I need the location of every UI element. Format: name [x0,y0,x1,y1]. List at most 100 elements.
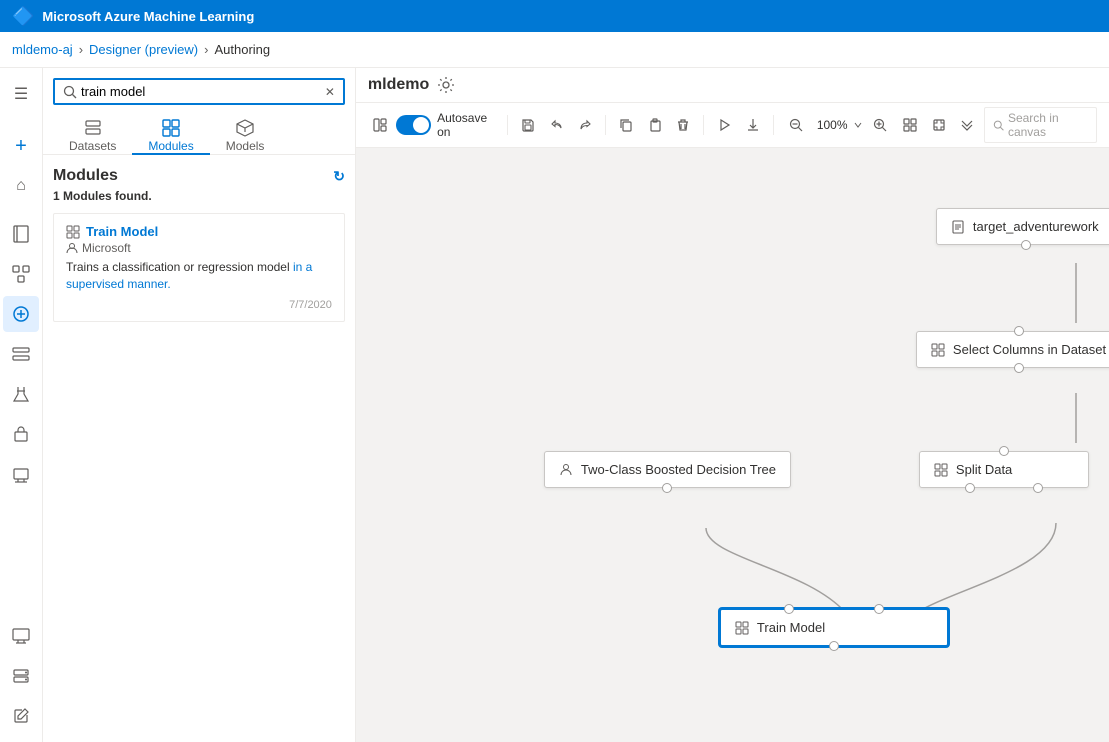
node-split-data-out-right[interactable] [1033,483,1043,493]
experiments-icon[interactable] [3,376,39,412]
fit-view-button[interactable] [898,111,922,139]
toggle-track[interactable] [396,115,431,135]
pipeline-name: mldemo [368,76,429,94]
tab-models-label: Models [226,139,265,153]
node-select-columns-out[interactable] [1014,363,1024,373]
zoom-level: 100% [814,118,850,132]
modules-tab-icon [162,119,180,137]
node-train-out[interactable] [829,641,839,651]
node-select-columns-in[interactable] [1014,326,1024,336]
azure-logo-icon: 🔷 [12,6,34,27]
node-train-in-left[interactable] [784,604,794,614]
canvas-search[interactable]: Search in canvas [984,107,1097,143]
search-input[interactable] [81,84,321,99]
node-split-data-out-left[interactable] [965,483,975,493]
modules-section: Modules ↻ 1 Modules found. Train Model [43,155,355,742]
node-select-columns[interactable]: Select Columns in Dataset [916,331,1109,368]
zoom-out-button[interactable] [782,111,810,139]
zoom-control[interactable]: 100% [782,111,894,139]
search-area: ✕ [43,68,355,113]
compute-icon[interactable] [3,456,39,492]
models-sidebar-icon[interactable] [3,416,39,452]
datasets-sidebar-icon[interactable] [3,336,39,372]
breadcrumb-bar: mldemo-aj › Designer (preview) › Authori… [0,32,1109,68]
canvas-search-placeholder: Search in canvas [1008,111,1088,139]
run-button[interactable] [712,111,736,139]
designer-icon[interactable] [3,296,39,332]
datasets-tab-icon [84,119,102,137]
result-count: 1 Modules found. [53,189,345,203]
org-icon [66,242,78,254]
node-train-model[interactable]: Train Model [719,608,949,647]
node-split-data-label: Split Data [956,462,1012,477]
notebook-icon[interactable] [3,216,39,252]
deploy-button[interactable] [741,111,765,139]
zoom-in-button[interactable] [866,111,894,139]
edit-docs-icon[interactable] [3,698,39,734]
search-icon [63,85,77,99]
breadcrumb-designer[interactable]: Designer (preview) [89,42,198,57]
node-target-adventurework-out[interactable] [1021,240,1031,250]
tab-models[interactable]: Models [210,113,281,155]
toolbar-sep-3 [703,115,704,135]
node-select-icon [931,343,945,357]
toolbar-sep-1 [507,115,508,135]
monitor-icon[interactable] [3,618,39,654]
pipeline-settings-icon[interactable] [437,76,455,94]
panel-tabs: Datasets Modules Models [43,113,355,155]
node-boosted-icon [559,463,573,477]
home-icon[interactable]: ⌂ [3,168,39,204]
node-split-data[interactable]: Split Data [919,451,1089,488]
toggle-thumb [413,117,429,133]
node-target-adventurework[interactable]: target_adventurework [936,208,1109,245]
models-tab-icon [236,119,254,137]
undo-button[interactable] [544,111,568,139]
refresh-button[interactable]: ↻ [333,168,345,185]
clear-search-button[interactable]: ✕ [325,86,335,98]
autosave-label: Autosave on [437,111,495,139]
canvas-header: mldemo [356,68,1109,103]
module-card-icon [66,225,80,239]
save-button[interactable] [516,111,540,139]
redo-button[interactable] [573,111,597,139]
module-org: Microsoft [66,241,332,255]
canvas[interactable]: target_adventurework Select Columns in D… [356,148,1109,742]
more-tools-button[interactable] [955,111,979,139]
node-dataset-icon [951,220,965,234]
node-select-columns-label: Select Columns in Dataset [953,342,1106,357]
add-icon[interactable]: + [3,128,39,164]
tab-modules[interactable]: Modules [132,113,209,155]
node-train-in-right[interactable] [874,604,884,614]
tab-datasets-label: Datasets [69,139,116,153]
toolbar-sep-4 [773,115,774,135]
layout-button[interactable] [368,111,392,139]
copy-button[interactable] [614,111,638,139]
delete-button[interactable] [671,111,695,139]
node-two-class-out[interactable] [662,483,672,493]
app-title: Microsoft Azure Machine Learning [42,9,254,24]
node-train-model-label: Train Model [757,620,825,635]
node-split-icon [934,463,948,477]
search-box: ✕ [53,78,345,105]
breadcrumb-mldemo[interactable]: mldemo-aj [12,42,73,57]
top-bar: 🔷 Microsoft Azure Machine Learning [0,0,1109,32]
menu-icon[interactable]: ☰ [3,76,39,112]
module-card-train-model[interactable]: Train Model Microsoft Trains a classific… [53,213,345,322]
side-nav: ☰ + ⌂ [0,68,43,742]
left-panel: ✕ Datasets Modules [43,68,356,742]
toolbar: Autosave on [356,103,1109,148]
breadcrumb-authoring: Authoring [214,42,270,57]
canvas-area: mldemo Autosave on [356,68,1109,742]
canvas-search-icon [993,119,1004,132]
node-two-class-boosted[interactable]: Two-Class Boosted Decision Tree [544,451,791,488]
node-split-data-in[interactable] [999,446,1009,456]
node-train-icon [735,621,749,635]
zoom-to-fit-button[interactable] [927,111,951,139]
zoom-dropdown-icon[interactable] [854,121,862,129]
data-pipeline-icon[interactable] [3,256,39,292]
tab-datasets[interactable]: Datasets [53,113,132,155]
autosave-toggle[interactable]: Autosave on [396,111,495,139]
storage-icon[interactable] [3,658,39,694]
node-target-adventurework-label: target_adventurework [973,219,1099,234]
paste-button[interactable] [643,111,667,139]
